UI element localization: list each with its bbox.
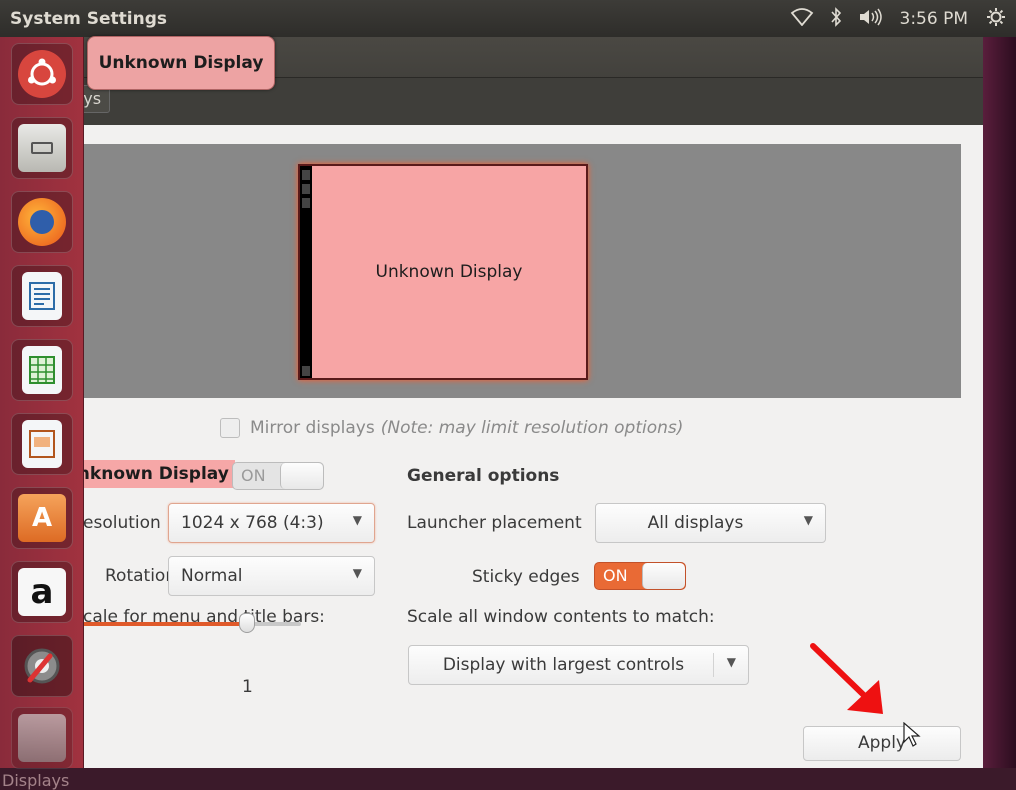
launcher-placement-dropdown[interactable]: All displays ▼ — [595, 503, 826, 543]
display-power-toggle[interactable]: ON — [232, 462, 324, 490]
rotation-dropdown[interactable]: Normal ▼ — [168, 556, 375, 596]
ubuntu-dash-icon[interactable] — [11, 43, 73, 105]
wifi-icon[interactable] — [790, 8, 814, 30]
amazon-icon[interactable]: a — [11, 561, 73, 623]
mirror-displays-row: Mirror displays (Note: may limit resolut… — [220, 418, 683, 438]
resolution-label: esolution — [83, 513, 161, 533]
scale-all-value: Display with largest controls — [409, 655, 748, 675]
monitor-preview[interactable]: Unknown Display — [298, 164, 588, 380]
trash-icon[interactable] — [11, 707, 73, 769]
scale-slider-fill — [83, 622, 246, 626]
launcher-placement-value: All displays — [596, 513, 825, 533]
chevron-down-icon: ▼ — [727, 655, 736, 669]
display-power-toggle-label: ON — [241, 466, 266, 485]
chevron-down-icon: ▼ — [804, 513, 813, 527]
apply-button[interactable]: Apply — [803, 726, 961, 761]
sticky-edges-label: Sticky edges — [472, 567, 580, 587]
gear-icon[interactable] — [986, 7, 1006, 31]
scale-slider-thumb[interactable] — [239, 613, 255, 633]
app-title: System Settings — [10, 9, 167, 29]
monitor-label: Unknown Display — [312, 262, 586, 282]
launcher-tooltip: Unknown Display — [87, 36, 275, 90]
dropdown-separator — [713, 653, 714, 677]
files-icon[interactable] — [11, 117, 73, 179]
display-arrangement-area[interactable]: Unknown Display — [83, 144, 961, 398]
top-panel: System Settings 3:56 PM — [0, 0, 1016, 37]
sticky-edges-toggle-label: ON — [603, 566, 628, 585]
rotation-label: Rotation — [105, 566, 176, 586]
desktop-background — [983, 37, 1016, 768]
impress-icon[interactable] — [11, 413, 73, 475]
unity-launcher: A a Displays — [0, 37, 84, 768]
launcher-placement-label: Launcher placement — [407, 513, 582, 533]
general-options-title: General options — [407, 466, 559, 486]
mirror-displays-note: (Note: may limit resolution options) — [381, 418, 684, 438]
chevron-down-icon: ▼ — [353, 513, 362, 527]
calc-icon[interactable] — [11, 339, 73, 401]
mirror-displays-label: Mirror displays — [250, 418, 375, 438]
mirror-displays-checkbox[interactable] — [220, 418, 240, 438]
system-settings-icon[interactable] — [11, 635, 73, 697]
sticky-edges-toggle[interactable]: ON — [594, 562, 686, 590]
red-arrow-annotation — [803, 636, 893, 720]
chevron-down-icon: ▼ — [353, 566, 362, 580]
system-tray: 3:56 PM — [790, 0, 1016, 37]
volume-icon[interactable] — [858, 7, 884, 31]
mouse-cursor-icon — [903, 722, 921, 748]
bluetooth-icon[interactable] — [830, 7, 842, 31]
resolution-dropdown[interactable]: 1024 x 768 (4:3) ▼ — [168, 503, 375, 543]
toggle-knob — [642, 563, 685, 589]
scale-value: 1 — [242, 677, 253, 697]
toggle-knob — [280, 463, 323, 489]
scale-all-dropdown[interactable]: Display with largest controls ▼ — [408, 645, 749, 685]
launcher-preview-bar — [300, 166, 312, 378]
software-center-icon[interactable]: A — [11, 487, 73, 549]
scale-slider[interactable] — [83, 622, 301, 626]
writer-icon[interactable] — [11, 265, 73, 327]
firefox-icon[interactable] — [11, 191, 73, 253]
rotation-value: Normal — [181, 566, 243, 586]
scale-all-label: Scale all window contents to match: — [407, 607, 715, 627]
launcher-displays-label: Displays — [2, 771, 69, 790]
resolution-value: 1024 x 768 (4:3) — [181, 513, 324, 533]
clock[interactable]: 3:56 PM — [900, 9, 969, 29]
